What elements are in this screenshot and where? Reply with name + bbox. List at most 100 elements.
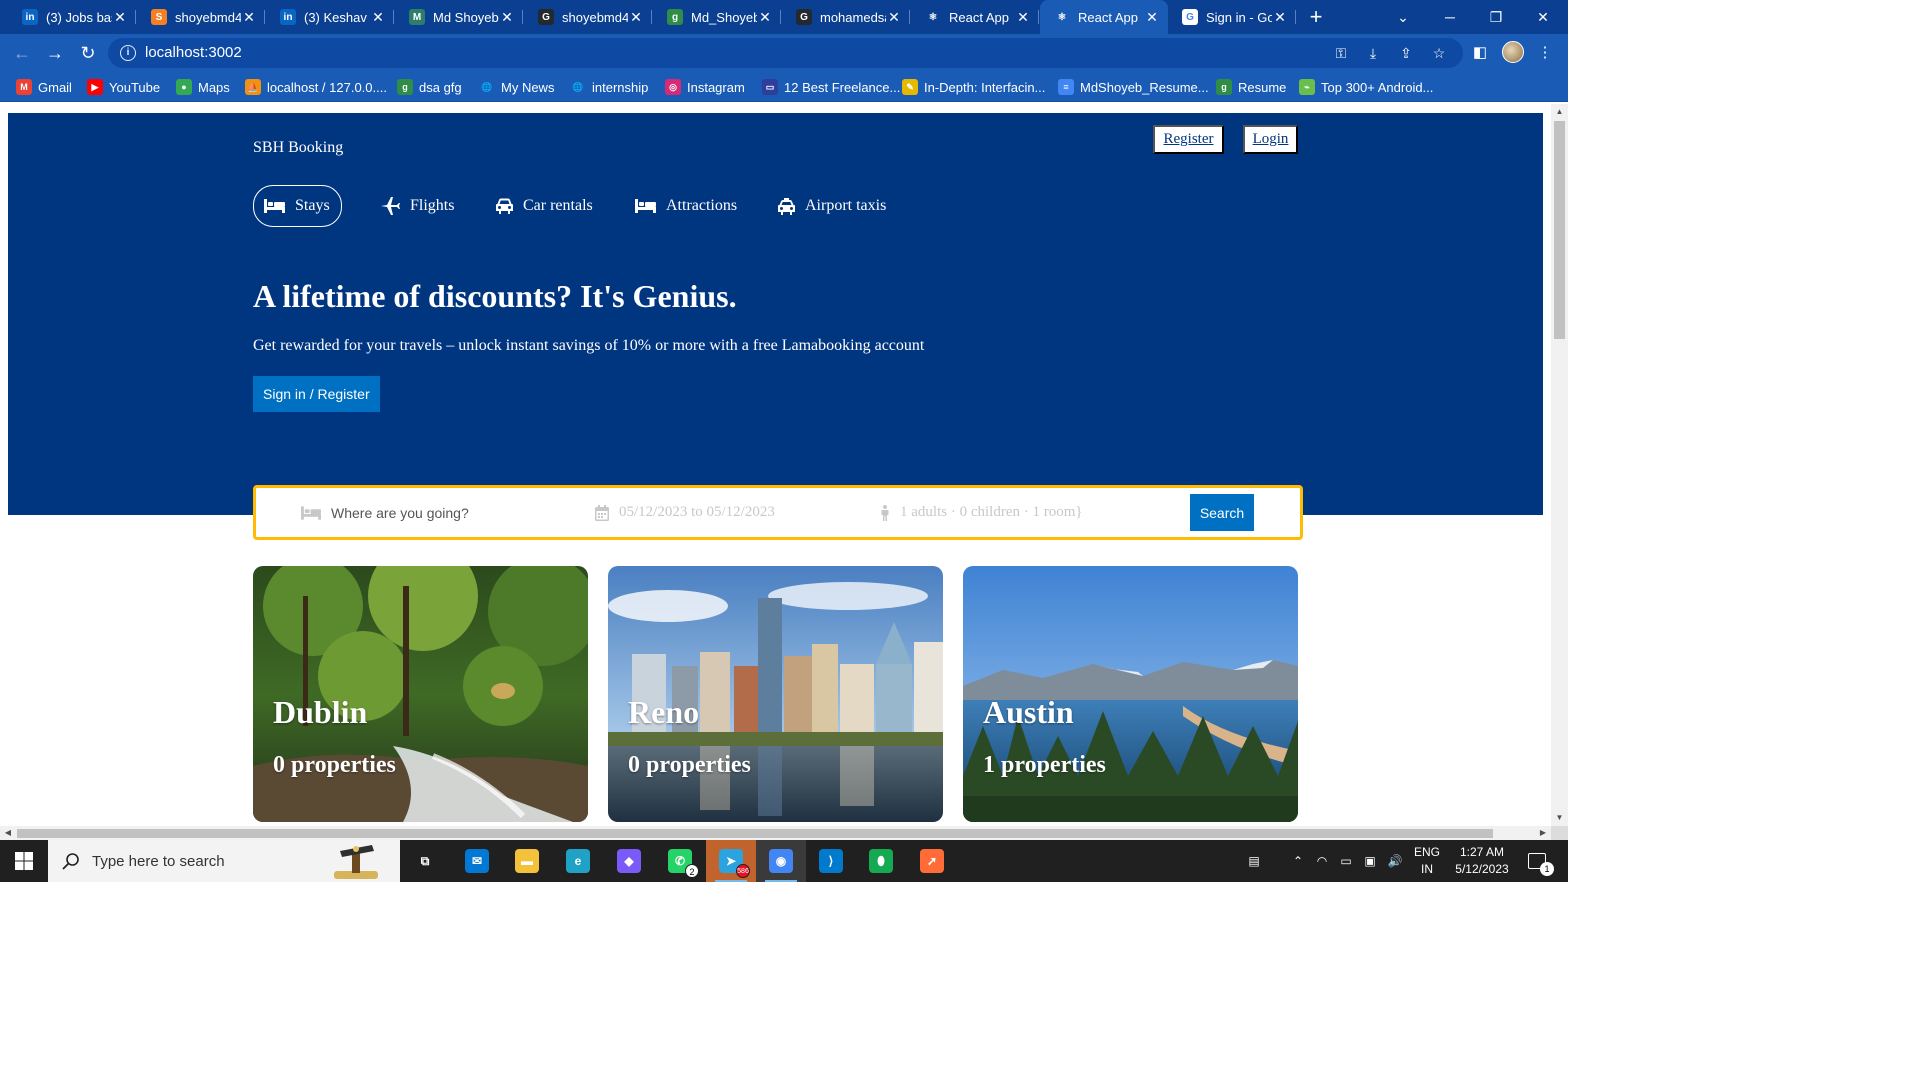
address-bar[interactable]: i localhost:3002 ⚿ ⤓ ⇪ ☆ — [108, 38, 1463, 68]
taskbar-app[interactable]: ✉ — [452, 840, 502, 882]
tab-title[interactable]: React App — [1078, 10, 1144, 25]
bookmark-label[interactable]: MdShoyeb_Resume... — [1080, 80, 1209, 95]
taskbar-search-placeholder[interactable]: Type here to search — [92, 853, 225, 870]
bookmark-label[interactable]: Gmail — [38, 80, 72, 95]
taskbar-app[interactable]: ◆ — [604, 840, 654, 882]
back-icon[interactable]: ← — [10, 41, 34, 65]
close-window-button[interactable]: ✕ — [1520, 0, 1566, 34]
start-button[interactable] — [0, 840, 48, 882]
bookmark-item[interactable]: ⌁ Top 300+ Android... — [1299, 78, 1433, 96]
guests-text[interactable]: 1 adults · 0 children · 1 room} — [900, 504, 1083, 521]
bookmark-label[interactable]: In-Depth: Interfacin... — [924, 80, 1045, 95]
bookmark-item[interactable]: 🌐 My News — [479, 78, 554, 96]
date-field[interactable]: 05/12/2023 to 05/12/2023 — [595, 488, 775, 537]
nav-item-flights[interactable]: Flights — [381, 185, 454, 227]
vertical-scrollbar[interactable]: ▲ ▼ — [1551, 104, 1568, 826]
tab-title[interactable]: mohamedsa — [820, 10, 886, 25]
close-tab-icon[interactable]: ✕ — [628, 9, 644, 25]
tab-title[interactable]: Md Shoyeb — [433, 10, 499, 25]
tab-search-icon[interactable]: ⌄ — [1380, 0, 1426, 34]
bookmark-item[interactable]: ≡ MdShoyeb_Resume... — [1058, 78, 1209, 96]
taskbar-app[interactable]: ⬮ — [856, 840, 906, 882]
guests-field[interactable]: 1 adults · 0 children · 1 room} — [880, 488, 1083, 537]
tab-title[interactable]: shoyebmd4 — [562, 10, 628, 25]
minimize-button[interactable]: ─ — [1427, 0, 1473, 34]
browser-tab[interactable]: Gmohamedsa ✕ — [782, 0, 910, 34]
bookmark-item[interactable]: g Resume — [1216, 78, 1286, 96]
bookmark-item[interactable]: ✎ In-Depth: Interfacin... — [902, 78, 1045, 96]
taskbar-app[interactable]: ▬ — [502, 840, 552, 882]
taskbar-app[interactable]: ⟩ — [806, 840, 856, 882]
close-tab-icon[interactable]: ✕ — [757, 9, 773, 25]
brand-logo[interactable]: SBH Booking — [253, 139, 343, 157]
side-panel-icon[interactable]: ◧ — [1470, 43, 1490, 63]
taskbar-app[interactable]: ➚ — [907, 840, 957, 882]
sign-in-register-button[interactable]: Sign in / Register — [253, 376, 380, 412]
new-tab-button[interactable]: + — [1304, 5, 1328, 29]
taskbar-app[interactable]: ◉ — [756, 840, 806, 882]
close-tab-icon[interactable]: ✕ — [499, 9, 515, 25]
tray-overflow-chevron-icon[interactable]: ⌃ — [1288, 840, 1308, 882]
restore-button[interactable]: ❐ — [1473, 0, 1519, 34]
tab-title[interactable]: Md_Shoyeb — [691, 10, 757, 25]
vertical-scroll-thumb[interactable] — [1554, 121, 1565, 339]
notification-center-icon[interactable]: 1 — [1522, 840, 1554, 882]
tab-title[interactable]: shoyebmd4 — [175, 10, 241, 25]
close-tab-icon[interactable]: ✕ — [112, 9, 128, 25]
nav-item-attractions[interactable]: Attractions — [635, 185, 737, 227]
tab-title[interactable]: React App — [949, 10, 1015, 25]
taskbar-app[interactable]: ➤ 586 — [706, 840, 756, 882]
reload-icon[interactable]: ↻ — [76, 41, 100, 65]
bookmark-label[interactable]: localhost / 127.0.0.... — [267, 80, 387, 95]
nav-item-stays[interactable]: Stays — [253, 185, 342, 227]
key-icon[interactable]: ⚿ — [1331, 43, 1351, 63]
bookmark-item[interactable]: ● Maps — [176, 78, 230, 96]
close-tab-icon[interactable]: ✕ — [241, 9, 257, 25]
bookmark-item[interactable]: g dsa gfg — [397, 78, 462, 96]
forward-icon[interactable]: → — [43, 41, 67, 65]
tab-title[interactable]: Sign in - Go — [1206, 10, 1272, 25]
register-button[interactable]: Register — [1153, 125, 1224, 154]
destination-field[interactable]: Where are you going? — [301, 488, 469, 537]
browser-tab[interactable]: ⚛ React App ✕ — [911, 0, 1039, 34]
close-tab-icon[interactable]: ✕ — [1015, 9, 1031, 25]
bookmark-label[interactable]: Maps — [198, 80, 230, 95]
browser-tab[interactable]: in (3) Jobs bas ✕ — [8, 0, 136, 34]
bookmark-label[interactable]: Instagram — [687, 80, 745, 95]
close-tab-icon[interactable]: ✕ — [370, 9, 386, 25]
featured-card-dublin[interactable]: Dublin 0 properties — [253, 566, 588, 822]
device-icon[interactable]: ▣ — [1360, 840, 1380, 882]
featured-card-austin[interactable]: Austin 1 properties — [963, 566, 1298, 822]
address-url[interactable]: localhost:3002 — [145, 44, 242, 61]
bookmark-item[interactable]: M Gmail — [16, 78, 72, 96]
featured-card-reno[interactable]: Reno 0 properties — [608, 566, 943, 822]
date-range-text[interactable]: 05/12/2023 to 05/12/2023 — [619, 504, 775, 521]
battery-icon[interactable]: ▭ — [1336, 840, 1356, 882]
bookmark-item[interactable]: ⛵ localhost / 127.0.0.... — [245, 78, 387, 96]
tab-title[interactable]: (3) Keshav C — [304, 10, 370, 25]
tab-title[interactable]: (3) Jobs bas — [46, 10, 112, 25]
taskbar-app[interactable]: ⧉ — [400, 840, 450, 882]
close-tab-icon[interactable]: ✕ — [886, 9, 902, 25]
bookmark-label[interactable]: My News — [501, 80, 554, 95]
login-button[interactable]: Login — [1243, 125, 1298, 154]
bookmark-item[interactable]: ▶ YouTube — [87, 78, 160, 96]
destination-input[interactable]: Where are you going? — [331, 505, 469, 521]
speaker-icon[interactable]: 🔊 — [1384, 840, 1406, 882]
close-tab-icon[interactable]: ✕ — [1272, 9, 1288, 25]
taskbar-app[interactable]: e — [553, 840, 603, 882]
close-tab-icon[interactable]: ✕ — [1144, 9, 1160, 25]
browser-tab[interactable]: G Sign in - Go ✕ — [1168, 0, 1296, 34]
bookmark-item[interactable]: ▭ 12 Best Freelance... — [762, 78, 900, 96]
news-widget-icon[interactable]: ▤ — [1235, 840, 1273, 882]
share-icon[interactable]: ⇪ — [1396, 43, 1416, 63]
search-button[interactable]: Search — [1190, 494, 1254, 531]
scroll-down-arrow-icon[interactable]: ▼ — [1551, 810, 1568, 826]
clock[interactable]: 1:27 AM 5/12/2023 — [1448, 840, 1516, 882]
browser-tab[interactable]: g Md_Shoyeb ✕ — [653, 0, 781, 34]
bookmark-label[interactable]: internship — [592, 80, 648, 95]
browser-tab[interactable]: in (3) Keshav C✕ — [266, 0, 394, 34]
bookmark-label[interactable]: Resume — [1238, 80, 1286, 95]
network-icon[interactable]: ◠ — [1312, 840, 1332, 882]
scroll-right-arrow-icon[interactable]: ▶ — [1535, 826, 1551, 840]
